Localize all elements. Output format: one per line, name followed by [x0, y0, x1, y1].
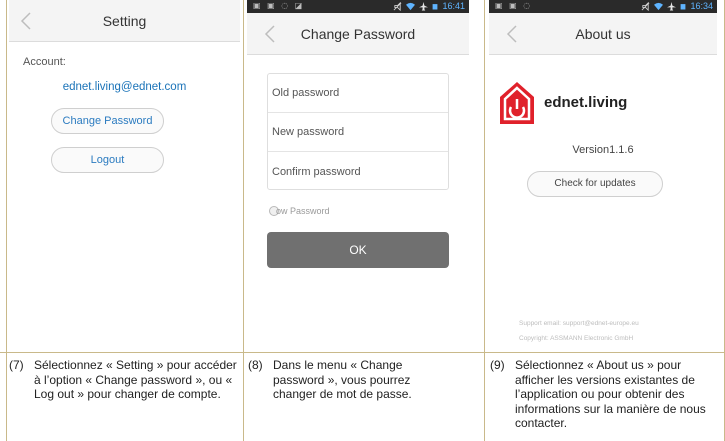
table-border	[6, 0, 7, 441]
page-title: About us	[575, 26, 631, 42]
caption-number: (9)	[490, 358, 505, 372]
table-border	[243, 0, 244, 441]
caption-number: (8)	[248, 358, 263, 372]
confirm-password-row	[268, 152, 448, 191]
status-bar: ▣ ▣ ◌ ◪ 16:41	[247, 0, 469, 13]
notification-icons: ▣ ▣ ◌	[495, 1, 533, 10]
old-password-input[interactable]	[268, 74, 448, 112]
confirm-password-input[interactable]	[268, 152, 448, 191]
app-version: Version1.1.6	[572, 144, 634, 156]
ok-button[interactable]: OK	[267, 232, 449, 268]
mute-icon	[642, 1, 650, 11]
about-us-screen: ▣ ▣ ◌ 16:34 About us ednet.living Versio…	[489, 0, 717, 351]
account-label: Account:	[23, 56, 66, 68]
table-border	[484, 0, 485, 441]
change-password-screen: ▣ ▣ ◌ ◪ 16:41 Change Password ow Passwor…	[247, 0, 469, 351]
table-border	[0, 352, 725, 353]
airplane-icon	[419, 1, 429, 11]
show-password-toggle[interactable]: ow Password	[269, 206, 330, 216]
setting-screen: Setting Account: ednet.living@ednet.com …	[9, 0, 240, 351]
caption-number: (7)	[9, 358, 24, 372]
page-title: Change Password	[300, 26, 416, 42]
mute-icon	[394, 1, 402, 11]
caption-text: Sélectionnez « Setting » pour accéder à …	[34, 358, 237, 401]
change-password-button[interactable]: Change Password	[51, 108, 164, 134]
page-title: Setting	[102, 13, 147, 29]
password-form	[267, 73, 449, 191]
logout-button[interactable]: Logout	[51, 147, 164, 173]
support-email: Support email: support@ednet-europe.eu	[519, 320, 639, 327]
airplane-icon	[667, 1, 677, 11]
ednet-living-logo-icon	[500, 82, 534, 124]
status-time: 16:41	[442, 1, 465, 11]
notification-icons: ▣ ▣ ◌ ◪	[253, 1, 305, 10]
title-bar: Setting	[9, 0, 240, 42]
title-bar: About us	[489, 13, 717, 55]
brand-name: ednet.living	[544, 94, 628, 111]
new-password-row	[268, 113, 448, 152]
battery-icon	[681, 3, 686, 9]
new-password-input[interactable]	[268, 113, 448, 151]
caption-text: Dans le menu « Change password », vous p…	[273, 358, 412, 401]
status-icons: 16:41	[393, 1, 465, 11]
show-password-label: ow Password	[276, 206, 330, 216]
battery-icon	[433, 3, 438, 9]
caption-text: Sélectionnez « About us » pour afficher …	[515, 358, 706, 430]
status-icons: 16:34	[641, 1, 713, 11]
account-email: ednet.living@ednet.com	[62, 81, 187, 93]
status-time: 16:34	[690, 1, 713, 11]
wifi-icon	[406, 2, 416, 10]
title-bar: Change Password	[247, 13, 469, 55]
wifi-icon	[654, 2, 664, 10]
check-updates-button[interactable]: Check for updates	[527, 171, 663, 197]
status-bar: ▣ ▣ ◌ 16:34	[489, 0, 717, 13]
copyright: Copyright: ASSMANN Electronic GmbH	[519, 335, 634, 342]
old-password-row	[268, 74, 448, 113]
